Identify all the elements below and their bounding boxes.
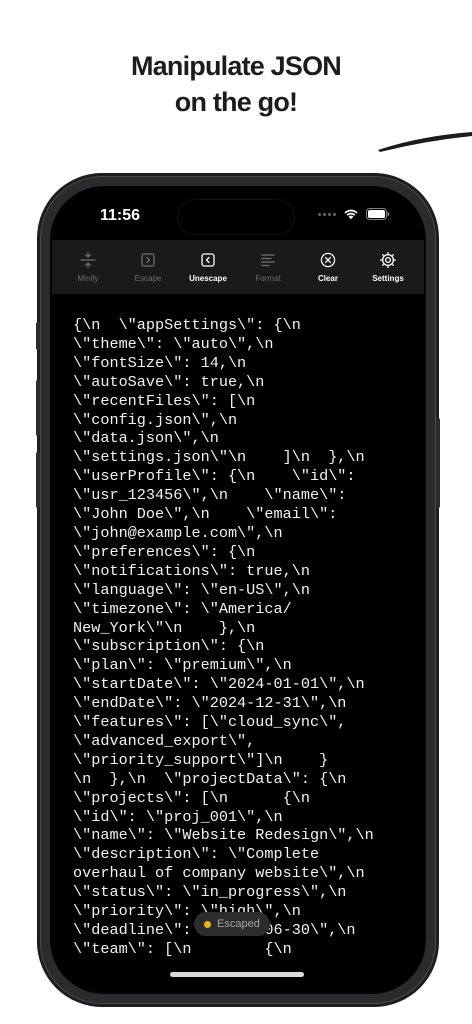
action-button [36, 322, 40, 350]
editor-line: \"subscription\": {\n [73, 637, 265, 656]
editor-line: \"id\": \"proj_001\",\n [73, 807, 283, 826]
status-time: 11:56 [100, 207, 141, 224]
minify-label: Minify [77, 274, 99, 283]
editor-line: \"usr_123456\",\n \"name\": [73, 486, 347, 505]
toast-label: Escaped [217, 918, 260, 930]
editor-line: \"recentFiles\": [\n [73, 391, 256, 410]
editor-line: overhaul of company website\",\n [73, 864, 365, 883]
battery-icon [366, 208, 390, 220]
editor-line: \"plan\": \"premium\",\n [73, 656, 292, 675]
editor-line: \"settings.json\"\n ]\n },\n [73, 448, 365, 467]
editor-line: \"John Doe\",\n \"email\": [73, 505, 338, 524]
editor-line: \"language\": \"en-US\",\n [73, 580, 310, 599]
wifi-icon [344, 209, 358, 220]
editor-line: \"projects\": [\n {\n [73, 788, 310, 807]
unescape-icon [199, 251, 217, 269]
status-dot-icon [204, 920, 211, 928]
toolbar: Minify Escape Unescape Format Clear Sett… [52, 240, 424, 294]
decorative-swoosh [378, 132, 472, 152]
editor-line: \"name\": \"Website Redesign\",\n [73, 826, 374, 845]
escape-label: Escape [134, 274, 162, 283]
status-icons [318, 208, 390, 220]
clear-icon [319, 251, 337, 269]
volume-down-button [36, 452, 40, 508]
editor-line: \"status\": \"in_progress\",\n [73, 883, 347, 902]
settings-label: Settings [372, 274, 404, 283]
editor-line: New_York\"\n },\n [73, 618, 256, 637]
clear-button[interactable]: Clear [302, 243, 354, 291]
editor-line: \"autoSave\": true,\n [73, 372, 265, 391]
status-bar: 11:56 [52, 188, 424, 244]
minify-button[interactable]: Minify [62, 243, 114, 291]
editor-line: \"endDate\": \"2024-12-31\",\n [73, 694, 347, 713]
format-button[interactable]: Format [242, 243, 294, 291]
editor-line: \"startDate\": \"2024-01-01\",\n [73, 675, 365, 694]
cellular-signal-icon [318, 212, 336, 216]
editor-line: \"theme\": \"auto\",\n [73, 334, 274, 353]
editor-line: \"userProfile\": {\n \"id\": [73, 467, 356, 486]
editor-line: \"preferences\": {\n [73, 542, 256, 561]
editor-line: \"data.json\",\n [73, 429, 219, 448]
home-indicator[interactable] [170, 972, 304, 977]
escape-icon [139, 251, 157, 269]
editor-line: \"description\": \"Complete [73, 845, 320, 864]
editor-line: \"team\": [\n {\n [73, 939, 292, 958]
editor-line: {\n \"appSettings\": {\n [73, 316, 301, 334]
clear-label: Clear [317, 274, 338, 283]
escaped-toast: Escaped [194, 912, 270, 936]
editor-line: \"advanced_export\", [73, 731, 256, 750]
escape-button[interactable]: Escape [122, 243, 174, 291]
editor-line: \"notifications\": true,\n [73, 561, 310, 580]
gear-icon [379, 251, 397, 269]
phone-screen: 11:56 Minify Escape Unescape Format Clea… [52, 188, 424, 992]
editor-line: \"features\": [\"cloud_sync\", [73, 713, 347, 732]
format-label: Format [255, 274, 281, 283]
unescape-button[interactable]: Unescape [182, 243, 234, 291]
editor-line: \"john@example.com\",\n [73, 523, 283, 542]
editor-line: \"fontSize\": 14,\n [73, 353, 247, 372]
minify-icon [79, 251, 97, 269]
editor-line: \"timezone\": \"America/ [73, 599, 292, 618]
format-icon [259, 251, 277, 269]
volume-up-button [36, 380, 40, 436]
json-editor[interactable]: {\n \"appSettings\": {\n \"theme\": \"aut… [73, 316, 413, 959]
editor-line: \"config.json\",\n [73, 410, 238, 429]
settings-button[interactable]: Settings [362, 243, 414, 291]
unescape-label: Unescape [189, 274, 227, 283]
editor-line: \"priority_support\"]\n } [73, 750, 329, 769]
editor-line: \n },\n \"projectData\": {\n [73, 769, 347, 788]
dynamic-island [178, 200, 294, 234]
power-button [436, 418, 440, 508]
